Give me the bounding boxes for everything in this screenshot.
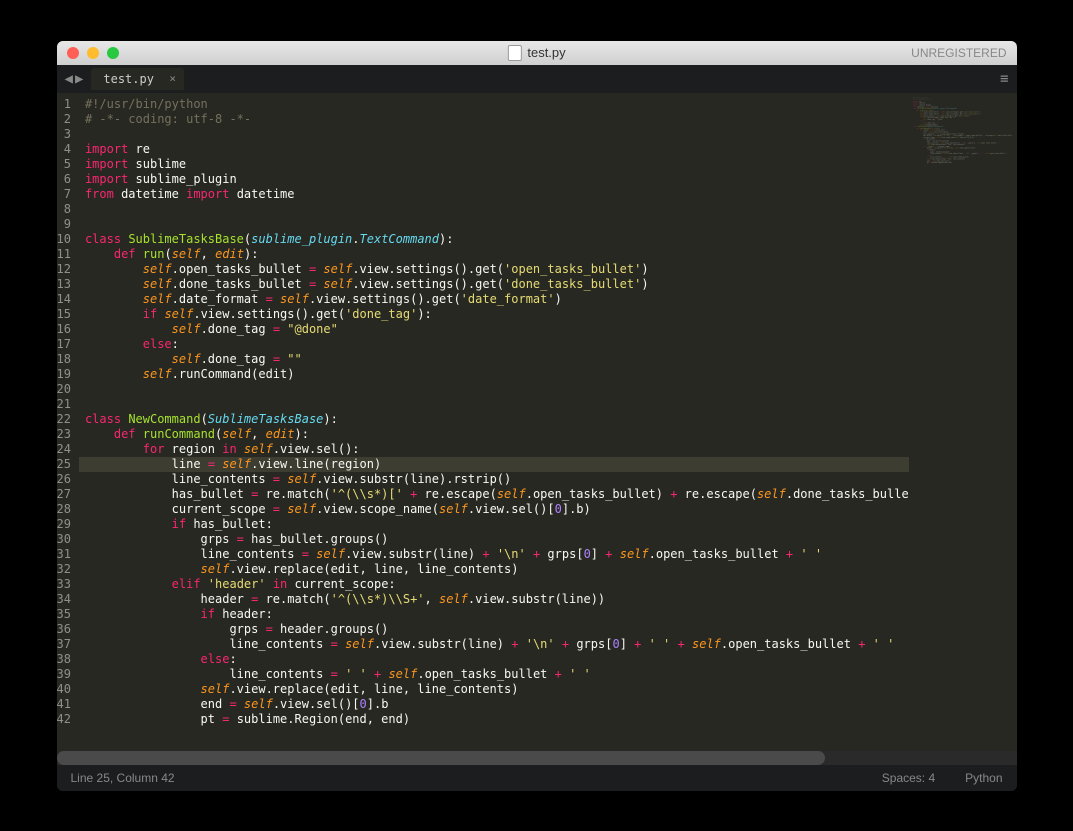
file-icon [507,45,521,61]
code-line[interactable]: import sublime_plugin [79,172,909,187]
code-line[interactable]: end = self.view.sel()[0].b [79,697,909,712]
menu-icon[interactable]: ≡ [1000,71,1008,87]
code-line[interactable]: self.runCommand(edit) [79,367,909,382]
code-line[interactable]: class NewCommand(SublimeTasksBase): [79,412,909,427]
titlebar[interactable]: test.py UNREGISTERED [57,41,1017,65]
line-number-gutter[interactable]: 1234567891011121314151617181920212223242… [57,93,79,751]
cursor-position[interactable]: Line 25, Column 42 [71,771,175,785]
code-line[interactable]: self.open_tasks_bullet = self.view.setti… [79,262,909,277]
window-controls [67,47,119,59]
code-line[interactable]: grps = header.groups() [79,622,909,637]
file-tab[interactable]: test.py × [91,68,184,90]
code-area[interactable]: #!/usr/bin/python# -*- coding: utf-8 -*-… [79,93,909,751]
code-line[interactable]: line_contents = self.view.substr(line) +… [79,637,909,652]
window-title: test.py [507,45,565,61]
code-line[interactable]: if header: [79,607,909,622]
nav-arrows: ◀ ▶ [65,71,84,87]
code-line[interactable]: def runCommand(self, edit): [79,427,909,442]
code-line[interactable]: for region in self.view.sel(): [79,442,909,457]
status-bar: Line 25, Column 42 Spaces: 4 Python [57,765,1017,791]
code-line[interactable]: # -*- coding: utf-8 -*- [79,112,909,127]
code-line[interactable]: line_contents = self.view.substr(line).r… [79,472,909,487]
close-window-button[interactable] [67,47,79,59]
nav-back-icon[interactable]: ◀ [65,71,73,87]
maximize-window-button[interactable] [107,47,119,59]
minimize-window-button[interactable] [87,47,99,59]
code-line[interactable]: pt = sublime.Region(end, end) [79,712,909,727]
code-line[interactable] [79,202,909,217]
code-line[interactable]: #!/usr/bin/python [79,97,909,112]
code-line[interactable]: line_contents = self.view.substr(line) +… [79,547,909,562]
code-line[interactable] [79,217,909,232]
code-line[interactable]: self.done_tasks_bullet = self.view.setti… [79,277,909,292]
code-line[interactable]: self.done_tag = "@done" [79,322,909,337]
editor-window: test.py UNREGISTERED ◀ ▶ test.py × ≡ 123… [57,41,1017,791]
code-line[interactable] [79,127,909,142]
code-line[interactable] [79,397,909,412]
code-line[interactable]: else: [79,337,909,352]
syntax-setting[interactable]: Python [965,771,1002,785]
scrollbar-thumb[interactable] [57,751,825,765]
editor-area: 1234567891011121314151617181920212223242… [57,93,1017,751]
code-line[interactable] [79,382,909,397]
code-line[interactable]: import re [79,142,909,157]
code-line[interactable]: if self.view.settings().get('done_tag'): [79,307,909,322]
code-line[interactable]: class SublimeTasksBase(sublime_plugin.Te… [79,232,909,247]
code-line[interactable]: elif 'header' in current_scope: [79,577,909,592]
tab-label: test.py [103,72,154,86]
code-line[interactable]: if has_bullet: [79,517,909,532]
horizontal-scrollbar[interactable] [57,751,1017,765]
code-line[interactable]: self.view.replace(edit, line, line_conte… [79,682,909,697]
code-line[interactable]: self.done_tag = "" [79,352,909,367]
code-line[interactable]: self.view.replace(edit, line, line_conte… [79,562,909,577]
code-line[interactable]: has_bullet = re.match('^(\\s*)[' + re.es… [79,487,909,502]
indentation-setting[interactable]: Spaces: 4 [882,771,935,785]
minimap[interactable]: #!/usr/bin/python# -*- coding: utf-8 -*-… [909,93,1017,751]
code-line[interactable]: else: [79,652,909,667]
code-line[interactable]: line_contents = ' ' + self.open_tasks_bu… [79,667,909,682]
code-line[interactable]: grps = has_bullet.groups() [79,532,909,547]
minimap-content: #!/usr/bin/python# -*- coding: utf-8 -*-… [913,97,1009,164]
window-title-text: test.py [527,45,565,60]
code-line[interactable]: from datetime import datetime [79,187,909,202]
code-line[interactable]: header = re.match('^(\\s*)\\S+', self.vi… [79,592,909,607]
unregistered-label: UNREGISTERED [911,46,1006,60]
code-line[interactable]: current_scope = self.view.scope_name(sel… [79,502,909,517]
code-line[interactable]: self.date_format = self.view.settings().… [79,292,909,307]
tab-bar: ◀ ▶ test.py × ≡ [57,65,1017,93]
nav-forward-icon[interactable]: ▶ [75,71,83,87]
close-tab-icon[interactable]: × [169,72,176,85]
code-line[interactable]: import sublime [79,157,909,172]
code-line[interactable]: line = self.view.line(region) [79,457,909,472]
code-line[interactable]: def run(self, edit): [79,247,909,262]
